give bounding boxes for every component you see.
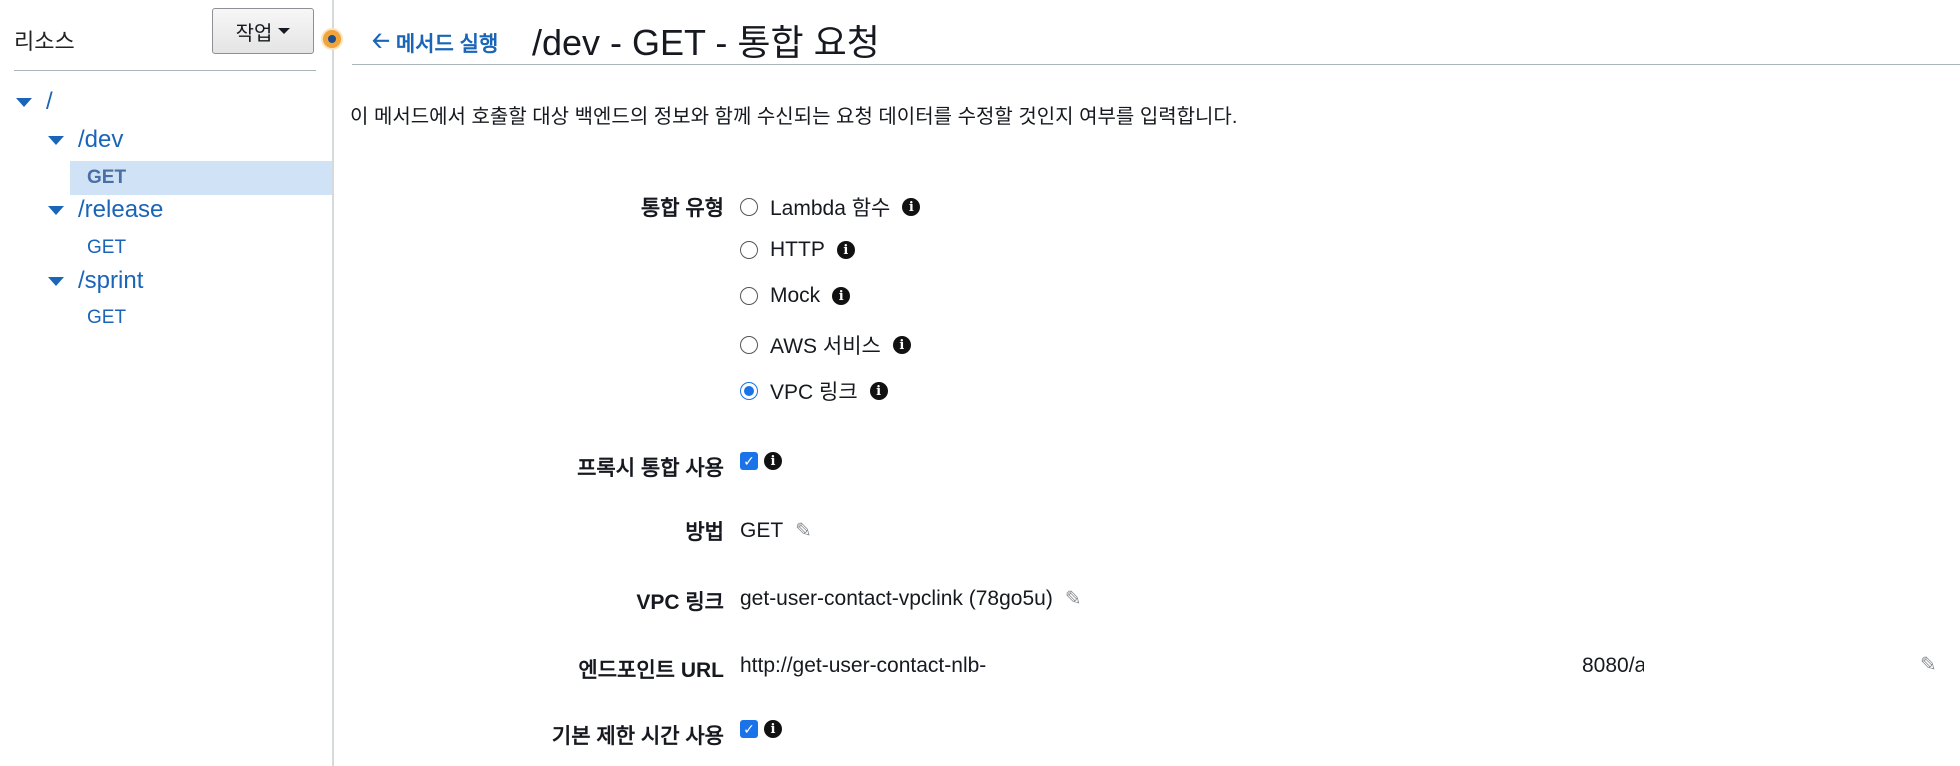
tree-node-dev[interactable]: /dev: [48, 126, 123, 154]
radio-button[interactable]: [740, 198, 758, 216]
panel-resize-handle[interactable]: [321, 28, 343, 50]
tree-node-sprint[interactable]: /sprint: [48, 267, 143, 295]
method-value: GET: [740, 518, 784, 542]
info-icon[interactable]: i: [836, 241, 855, 259]
radio-option-http[interactable]: HTTP i: [740, 238, 855, 262]
tree-node-label[interactable]: /: [46, 88, 53, 116]
tree-method-dev-get[interactable]: GET: [87, 167, 126, 189]
method-label: 방법: [685, 521, 724, 544]
radio-label[interactable]: Mock: [770, 284, 820, 308]
radio-option-vpc-link[interactable]: VPC 링크 i: [740, 376, 888, 406]
page-description: 이 메서드에서 호출할 대상 백엔드의 정보와 함께 수신되는 요청 데이터를 …: [350, 106, 1238, 128]
vpc-link-value: get-user-contact-vpclink (78go5u): [740, 586, 1053, 610]
radio-button[interactable]: [740, 287, 758, 305]
default-timeout-label: 기본 제한 시간 사용: [551, 725, 724, 748]
actions-button[interactable]: 작업: [212, 8, 314, 54]
tree-method-release-get[interactable]: GET: [87, 237, 126, 259]
default-timeout-field: ✓ i: [740, 720, 782, 738]
pencil-edit-icon[interactable]: ✎: [795, 518, 812, 543]
radio-label[interactable]: VPC 링크: [770, 376, 858, 406]
back-link-label[interactable]: 메서드 실행: [396, 28, 498, 58]
endpoint-url-value-start[interactable]: http://get-user-contact-nlb-: [740, 654, 986, 678]
page-title: /dev - GET - 통합 요청: [532, 22, 880, 63]
info-icon[interactable]: i: [902, 198, 921, 216]
info-icon[interactable]: i: [869, 382, 888, 400]
tree-node-release[interactable]: /release: [48, 196, 163, 224]
method-label[interactable]: GET: [87, 237, 126, 259]
arrow-left-icon: 🡠: [372, 28, 390, 53]
sidebar-title: 리소스: [14, 29, 75, 54]
method-label[interactable]: GET: [87, 167, 126, 189]
radio-option-mock[interactable]: Mock i: [740, 284, 851, 308]
tree-node-root[interactable]: /: [16, 88, 53, 116]
radio-label[interactable]: Lambda 함수: [770, 192, 890, 222]
default-timeout-checkbox[interactable]: ✓: [740, 720, 758, 738]
method-label[interactable]: GET: [87, 307, 126, 329]
proxy-integration-checkbox[interactable]: ✓: [740, 452, 758, 470]
tree-node-label[interactable]: /dev: [78, 126, 123, 154]
header-divider: [352, 64, 1960, 65]
expand-triangle-icon[interactable]: [16, 97, 32, 107]
tree-node-label[interactable]: /release: [78, 196, 163, 224]
pencil-edit-icon[interactable]: ✎: [1065, 586, 1082, 611]
endpoint-url-value-end[interactable]: 8080/a: [1582, 654, 1644, 678]
back-to-method-execution-link[interactable]: 🡠 메서드 실행: [372, 24, 498, 62]
caret-down-icon: [278, 28, 291, 34]
pencil-edit-icon[interactable]: ✎: [1920, 652, 1937, 677]
method-field: GET ✎: [740, 518, 812, 543]
info-icon[interactable]: i: [764, 452, 782, 470]
sidebar-divider: [14, 70, 316, 71]
radio-option-lambda[interactable]: Lambda 함수 i: [740, 192, 921, 222]
radio-label[interactable]: AWS 서비스: [770, 330, 881, 360]
resource-sidebar: 리소스 작업 / /dev GET /release GET /sprint G…: [0, 0, 334, 766]
radio-button[interactable]: [740, 336, 758, 354]
radio-button-selected[interactable]: [740, 382, 758, 400]
tree-node-label[interactable]: /sprint: [78, 267, 143, 295]
info-icon[interactable]: i: [764, 720, 782, 738]
proxy-integration-field: ✓ i: [740, 452, 782, 470]
info-icon[interactable]: i: [832, 287, 851, 305]
endpoint-url-label: 엔드포인트 URL: [578, 659, 724, 682]
tree-method-sprint-get[interactable]: GET: [87, 307, 126, 329]
radio-button[interactable]: [740, 241, 758, 259]
expand-triangle-icon[interactable]: [48, 205, 64, 215]
actions-button-label: 작업: [235, 22, 273, 45]
info-icon[interactable]: i: [892, 336, 911, 354]
radio-option-aws-service[interactable]: AWS 서비스 i: [740, 330, 911, 360]
vpc-link-field: get-user-contact-vpclink (78go5u) ✎: [740, 586, 1082, 611]
integration-type-label: 통합 유형: [640, 197, 724, 220]
expand-triangle-icon[interactable]: [48, 276, 64, 286]
radio-label[interactable]: HTTP: [770, 238, 825, 262]
proxy-integration-label: 프록시 통합 사용: [577, 457, 724, 480]
vpc-link-label: VPC 링크: [636, 591, 724, 614]
expand-triangle-icon[interactable]: [48, 135, 64, 145]
